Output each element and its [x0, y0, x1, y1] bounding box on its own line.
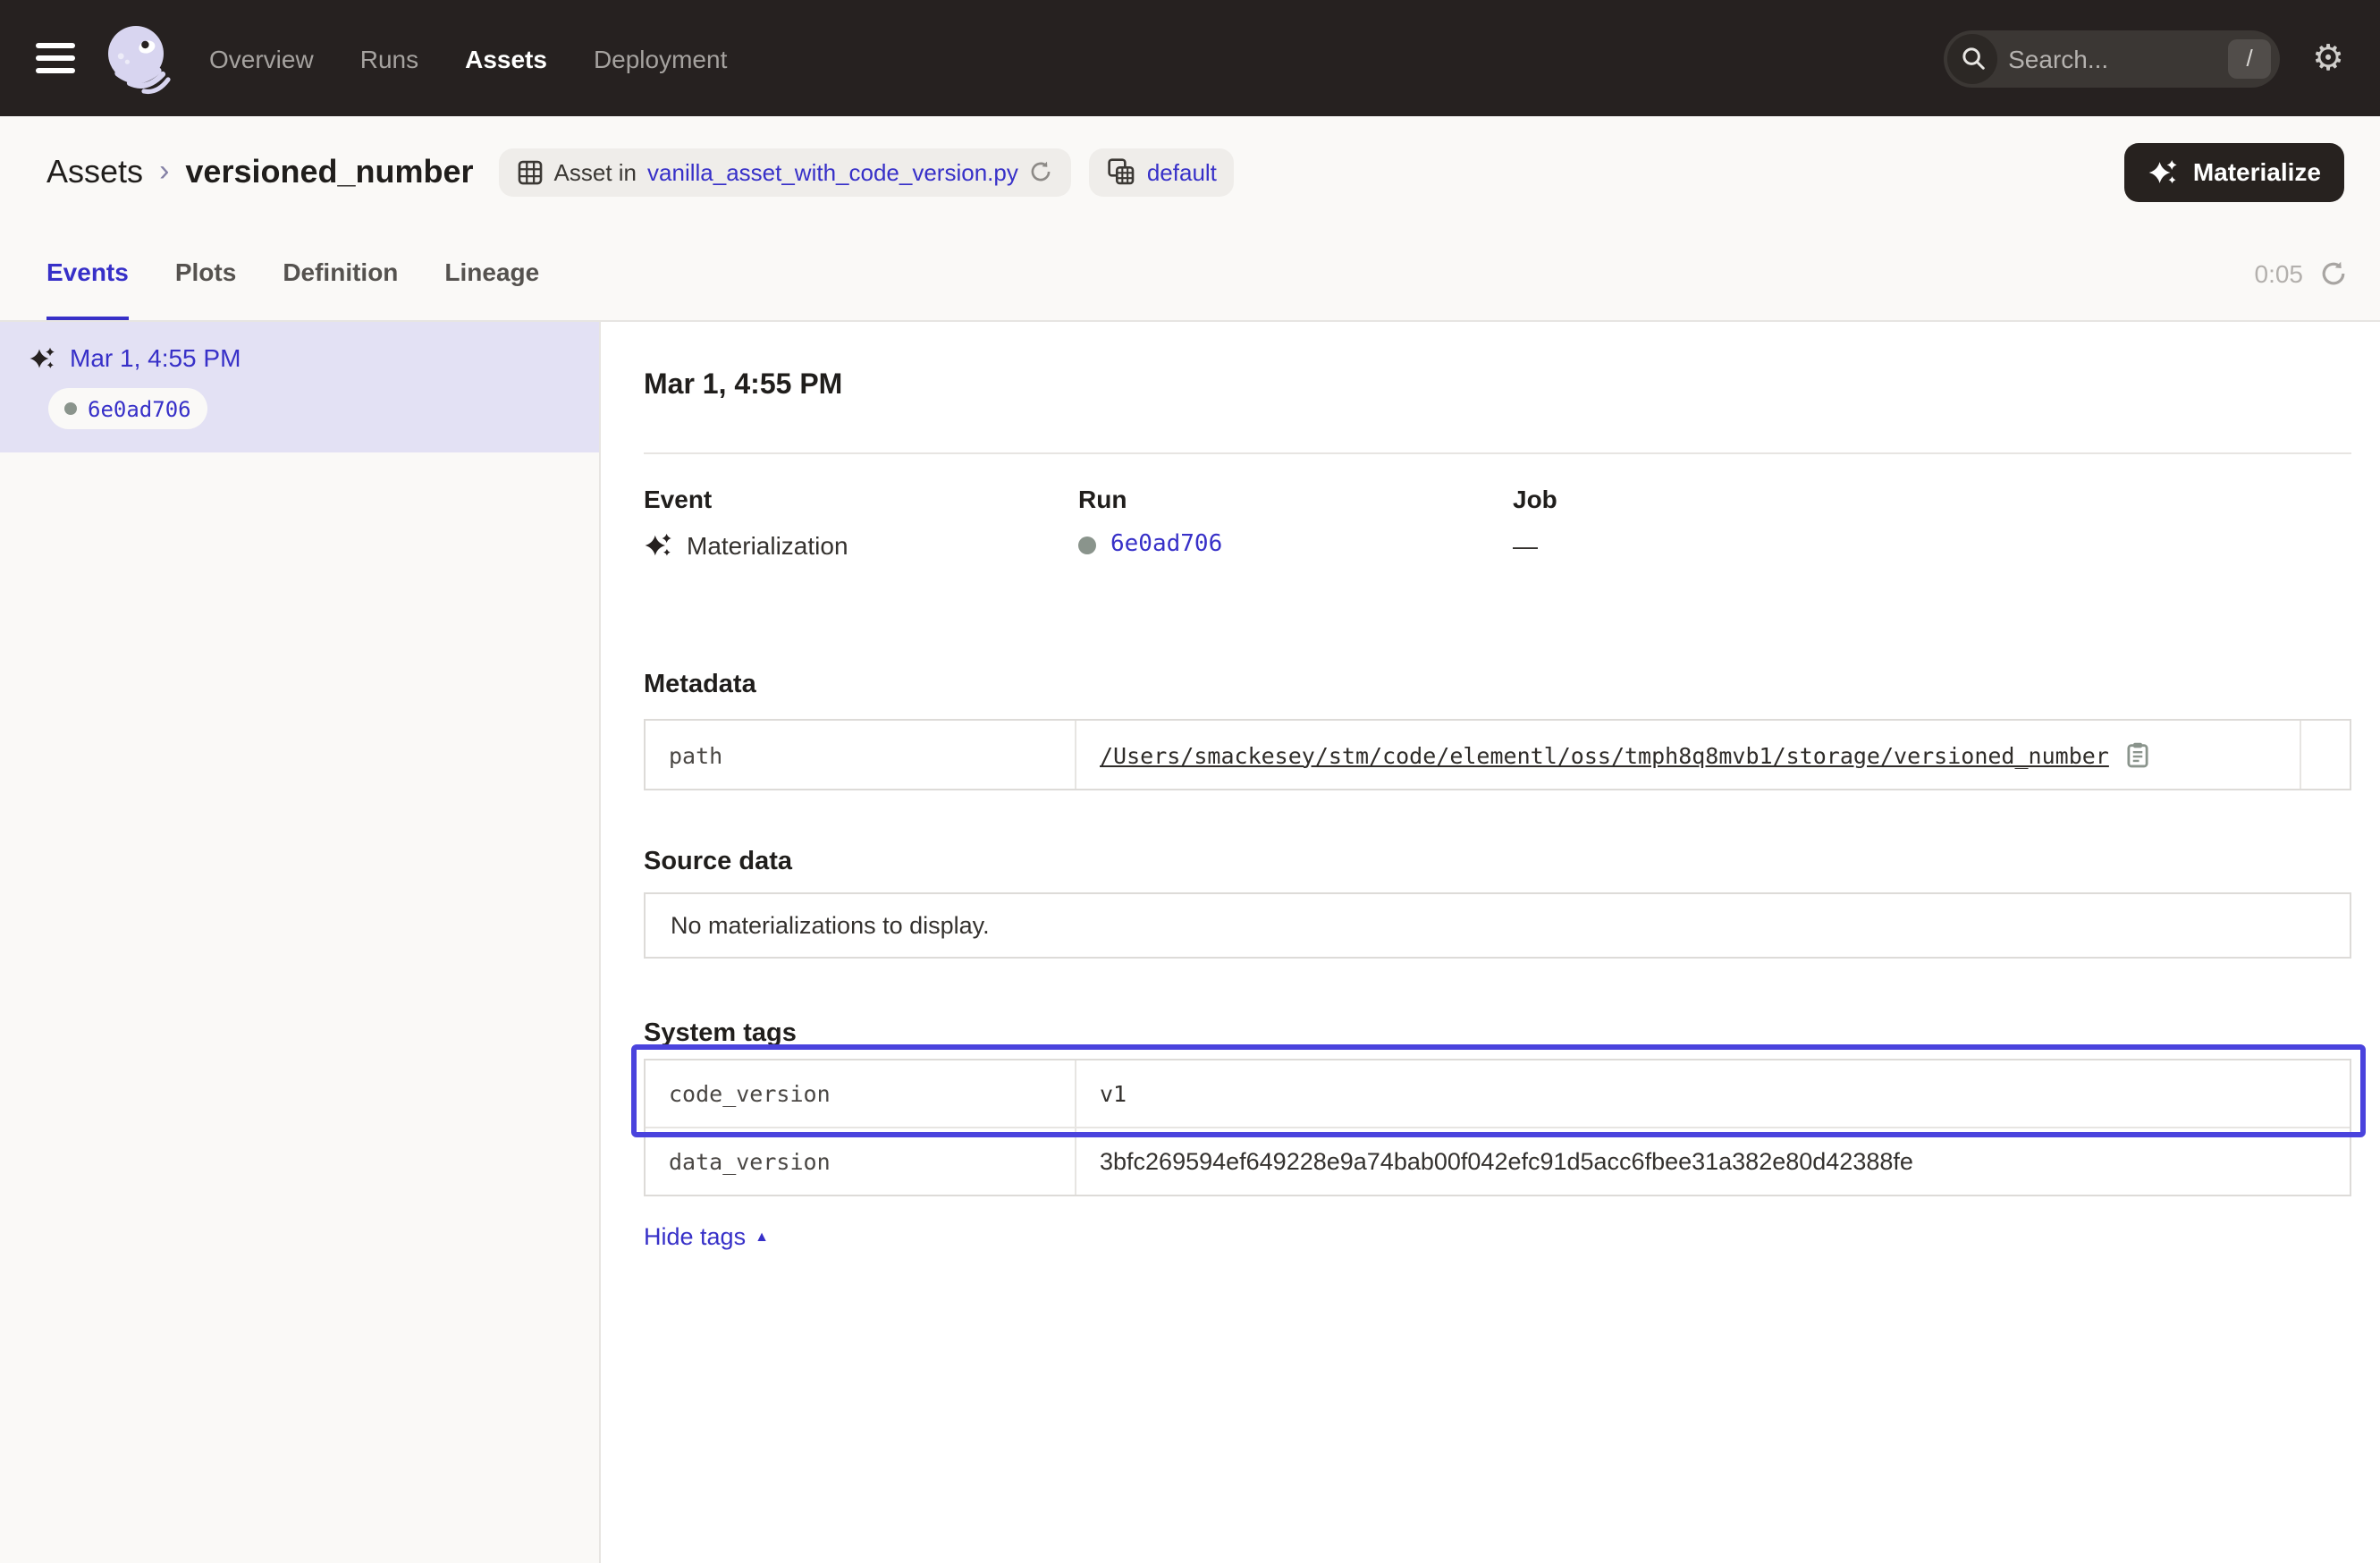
global-search[interactable]: /	[1944, 30, 2280, 87]
materialization-sparkle-icon	[29, 344, 55, 371]
tag-key-code-version: code_version	[646, 1060, 1075, 1127]
nav-item-assets[interactable]: Assets	[465, 44, 547, 72]
table-row: code_version v1	[646, 1060, 2350, 1127]
hide-tags-label: Hide tags	[644, 1223, 746, 1250]
search-icon	[1947, 33, 1997, 83]
top-nav: Overview Runs Assets Deployment / ⚙	[0, 0, 2380, 116]
primary-nav: Overview Runs Assets Deployment	[209, 44, 727, 72]
run-id-label: 6e0ad706	[88, 396, 191, 421]
table-row: data_version 3bfc269594ef649228e9a74bab0…	[646, 1127, 2350, 1195]
divider	[644, 452, 2351, 454]
asset-file-link[interactable]: vanilla_asset_with_code_version.py	[647, 158, 1018, 185]
job-label: Job	[1513, 485, 1947, 513]
slash-shortcut-badge: /	[2228, 38, 2271, 78]
breadcrumb: Assets › versioned_number	[46, 153, 474, 190]
asset-badge-prefix: Asset in	[554, 158, 637, 185]
metadata-path-link[interactable]: /Users/smackesey/stm/code/elementl/oss/t…	[1100, 741, 2109, 768]
metadata-table: path /Users/smackesey/stm/code/elementl/…	[644, 719, 2351, 790]
run-status-dot	[1078, 536, 1096, 553]
tag-value-data-version: 3bfc269594ef649228e9a74bab00f042efc91d5a…	[1075, 1128, 2350, 1195]
breadcrumb-separator-icon: ›	[159, 154, 169, 190]
copy-icon[interactable]	[2125, 740, 2152, 769]
countdown-value: 0:05	[2255, 259, 2304, 288]
events-sidebar: Mar 1, 4:55 PM 6e0ad706	[0, 322, 601, 1563]
breadcrumb-assets-link[interactable]: Assets	[46, 153, 143, 190]
event-type-value: Materialization	[687, 531, 848, 560]
tag-value-code-version: v1	[1075, 1060, 2350, 1127]
dagster-logo[interactable]	[98, 19, 177, 97]
refresh-icon[interactable]	[2319, 259, 2348, 288]
metadata-key: path	[646, 721, 1075, 789]
tabs-bar: Events Plots Definition Lineage 0:05	[0, 227, 2380, 320]
hide-tags-link[interactable]: Hide tags ▲	[644, 1223, 769, 1250]
group-badge[interactable]: default	[1090, 148, 1235, 196]
table-grid-icon	[517, 158, 544, 185]
event-item-timestamp: Mar 1, 4:55 PM	[70, 343, 241, 372]
materialization-icon	[644, 531, 672, 560]
nav-item-overview[interactable]: Overview	[209, 44, 314, 72]
event-label: Event	[644, 485, 1078, 513]
app-window: Overview Runs Assets Deployment / ⚙ Asse…	[0, 0, 2380, 1563]
source-data-empty: No materializations to display.	[644, 892, 2351, 959]
materialize-button[interactable]: Materialize	[2125, 142, 2344, 201]
job-value: —	[1513, 531, 1538, 560]
tab-lineage[interactable]: Lineage	[444, 227, 539, 320]
run-label: Run	[1078, 485, 1513, 513]
run-link[interactable]: 6e0ad706	[1110, 531, 1222, 558]
asset-definition-badge[interactable]: Asset in vanilla_asset_with_code_version…	[499, 148, 1072, 196]
tab-plots[interactable]: Plots	[175, 227, 236, 320]
materialize-label: Materialize	[2193, 157, 2321, 186]
sparkle-icon	[2148, 156, 2179, 187]
tab-events[interactable]: Events	[46, 227, 129, 320]
source-data-title: Source data	[644, 848, 2351, 876]
job-grid-icon	[1108, 157, 1136, 186]
hamburger-menu-icon[interactable]	[36, 43, 75, 73]
settings-gear-icon[interactable]: ⚙	[2312, 40, 2344, 76]
event-list-item[interactable]: Mar 1, 4:55 PM 6e0ad706	[0, 322, 599, 452]
refresh-countdown: 0:05	[2255, 227, 2349, 320]
caret-up-icon: ▲	[755, 1229, 769, 1244]
system-tags-title: System tags	[644, 1019, 2351, 1048]
run-status-dot	[64, 402, 77, 415]
tab-definition[interactable]: Definition	[283, 227, 398, 320]
metadata-gutter-cell	[2300, 721, 2350, 789]
tag-key-data-version: data_version	[646, 1128, 1075, 1195]
group-default-link[interactable]: default	[1147, 158, 1217, 185]
page-title: versioned_number	[185, 153, 473, 190]
nav-item-deployment[interactable]: Deployment	[594, 44, 727, 72]
reload-definition-icon[interactable]	[1029, 159, 1054, 184]
nav-item-runs[interactable]: Runs	[360, 44, 418, 72]
event-detail-heading: Mar 1, 4:55 PM	[644, 370, 2351, 402]
event-detail-panel: Mar 1, 4:55 PM Event Materialization Run	[601, 322, 2380, 1563]
page-header: Assets › versioned_number Asset in vanil…	[0, 116, 2380, 227]
search-input[interactable]	[1997, 44, 2228, 72]
system-tags-table: code_version v1 data_version 3bfc269594e…	[644, 1059, 2351, 1196]
run-id-badge[interactable]: 6e0ad706	[48, 388, 207, 429]
metadata-title: Metadata	[644, 671, 2351, 699]
